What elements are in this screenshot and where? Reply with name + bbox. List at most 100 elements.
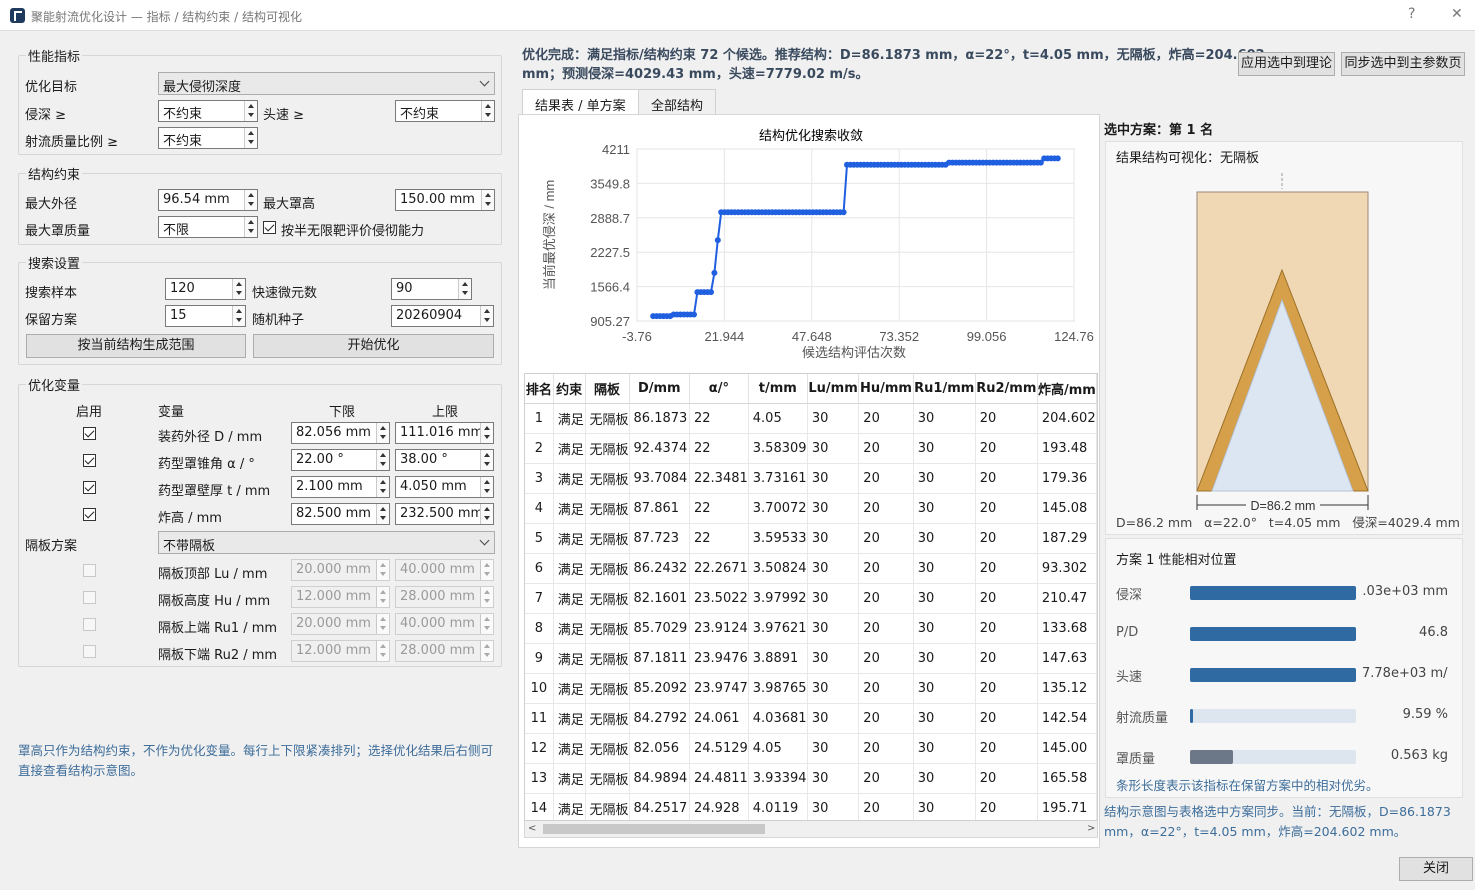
baffle-high-input[interactable]: 40.000 mm [395,559,494,581]
ratio-min-input[interactable]: 不约束 [158,127,258,149]
table-row[interactable]: 6 满足 无隔板 86.2432 22.2671 3.50824 30 20 30 20 93.30… [525,553,1097,584]
column-header[interactable]: Ru2/mm [975,374,1038,404]
var-high-input[interactable]: 38.00 ° [395,449,494,471]
spin-arrows-icon[interactable] [480,641,493,661]
baffle-enable-checkbox[interactable] [83,645,96,658]
enable-checkbox[interactable] [83,427,96,440]
spin-arrows-icon[interactable] [376,450,389,470]
start-optimize-button[interactable]: 开始优化 [253,334,494,358]
baffle-select[interactable]: 不带隔板 [158,531,495,554]
horizontal-scrollbar[interactable]: < > [524,821,1098,838]
spin-arrows-icon[interactable] [480,423,493,443]
tab-results[interactable]: 结果表 / 单方案 [522,89,639,115]
var-high-input[interactable]: 232.500 mm [395,503,494,525]
table-row[interactable]: 14 满足 无隔板 84.2517 24.928 4.0119 30 20 30 20 195.71 [525,793,1097,820]
column-header[interactable]: α/° [689,374,749,404]
spin-arrows-icon[interactable] [376,477,389,497]
column-header[interactable]: 约束 [553,374,586,404]
enable-checkbox[interactable] [83,481,96,494]
table-row[interactable]: 8 满足 无隔板 85.7029 23.9124 3.97621 30 20 30 20 133.6… [525,613,1097,644]
spin-arrows-icon[interactable] [376,504,389,524]
window-close-button[interactable]: ✕ [1451,6,1463,22]
column-header[interactable]: Ru1/mm [913,374,976,404]
var-low-input[interactable]: 22.00 ° [291,449,390,471]
baffle-enable-checkbox[interactable] [83,591,96,604]
baffle-high-input[interactable]: 28.000 mm [395,640,494,662]
table-row[interactable]: 9 满足 无隔板 87.1811 23.9476 3.8891 30 20 30 20 147.63 [525,643,1097,674]
samples-input[interactable]: 120 [165,278,246,300]
table-row[interactable]: 10 满足 无隔板 85.2092 23.9747 3.98765 30 20 30 20 135.… [525,673,1097,704]
tab-all-structures[interactable]: 全部结构 [638,89,717,115]
spin-arrows-icon[interactable] [376,641,389,661]
baffle-low-input[interactable]: 20.000 mm [291,613,390,635]
spin-arrows-icon[interactable] [232,279,245,299]
baffle-high-input[interactable]: 40.000 mm [395,613,494,635]
max-mass-input[interactable]: 不限 [158,216,258,238]
table-row[interactable]: 11 满足 无隔板 84.2792 24.061 4.03681 30 20 30 20 142.5… [525,703,1097,734]
column-header[interactable]: 隔板 [585,374,630,404]
table-row[interactable]: 7 满足 无隔板 82.1601 23.5022 3.97992 30 20 30 20 210.4… [525,583,1097,614]
spin-arrows-icon[interactable] [376,587,389,607]
spin-arrows-icon[interactable] [232,306,245,326]
column-header[interactable]: Lu/mm [807,374,860,404]
var-high-input[interactable]: 111.016 mm [395,422,494,444]
spin-arrows-icon[interactable] [480,560,493,580]
column-header[interactable]: Hu/mm [858,374,914,404]
var-high-input[interactable]: 4.050 mm [395,476,494,498]
var-low-input[interactable]: 2.100 mm [291,476,390,498]
column-header[interactable]: 排名 [525,374,554,404]
max-od-input[interactable]: 96.54 mm [158,189,258,211]
results-table[interactable]: 排名 约束 隔板 D/mm α/° t/mm Lu/mm Hu/mm Ru1/mm Ru2/mm 炸… [525,374,1097,820]
table-row[interactable]: 13 满足 无隔板 84.9894 24.4811 3.93394 30 20 30 20 165.… [525,763,1097,794]
objective-select[interactable]: 最大侵彻深度 [158,72,495,95]
spin-arrows-icon[interactable] [244,190,257,210]
spin-arrows-icon[interactable] [376,423,389,443]
scrollbar-thumb[interactable] [543,824,765,834]
depth-min-input[interactable]: 不约束 [158,100,258,122]
seed-input[interactable]: 20260904 [391,305,494,327]
table-row[interactable]: 1 满足 无隔板 86.1873 22 4.05 30 20 30 20 204.602 [525,403,1097,434]
table-row[interactable]: 12 满足 无隔板 82.056 24.5129 4.05 30 20 30 20 145.00 [525,733,1097,764]
var-low-input[interactable]: 82.500 mm [291,503,390,525]
baffle-low-input[interactable]: 12.000 mm [291,586,390,608]
baffle-low-input[interactable]: 20.000 mm [291,559,390,581]
spin-arrows-icon[interactable] [376,614,389,634]
var-low-input[interactable]: 82.056 mm [291,422,390,444]
spin-arrows-icon[interactable] [480,450,493,470]
table-row[interactable]: 3 满足 无隔板 93.7084 22.3481 3.73161 30 20 30 20 179.3… [525,463,1097,494]
baffle-enable-checkbox[interactable] [83,564,96,577]
semi-infinite-checkbox[interactable] [263,221,276,234]
enable-checkbox[interactable] [83,454,96,467]
spin-arrows-icon[interactable] [244,101,257,121]
column-header[interactable]: t/mm [748,374,808,404]
table-row[interactable]: 5 满足 无隔板 87.723 22 3.59533 30 20 30 20 187.29 [525,523,1097,554]
spin-arrows-icon[interactable] [481,101,494,121]
spin-arrows-icon[interactable] [480,306,493,326]
spin-arrows-icon[interactable] [480,614,493,634]
baffle-enable-checkbox[interactable] [83,618,96,631]
help-button[interactable]: ? [1408,6,1415,22]
spin-arrows-icon[interactable] [480,587,493,607]
baffle-low-input[interactable]: 12.000 mm [291,640,390,662]
spin-arrows-icon[interactable] [458,279,471,299]
scroll-left-icon[interactable]: < [528,823,536,834]
column-header[interactable]: 炸高/mm [1037,374,1097,404]
apply-to-theory-button[interactable]: 应用选中到理论 [1238,52,1335,76]
keep-input[interactable]: 15 [165,305,246,327]
column-header[interactable]: D/mm [629,374,691,404]
results-table-container[interactable]: 排名 约束 隔板 D/mm α/° t/mm Lu/mm Hu/mm Ru1/mm Ru2/mm 炸… [524,373,1098,821]
table-row[interactable]: 2 满足 无隔板 92.4374 22 3.58309 30 20 30 20 193.48 [525,433,1097,464]
spin-arrows-icon[interactable] [376,560,389,580]
spin-arrows-icon[interactable] [244,128,257,148]
close-button[interactable]: 关闭 [1399,857,1473,881]
spin-arrows-icon[interactable] [244,217,257,237]
spin-arrows-icon[interactable] [481,190,494,210]
sync-to-main-button[interactable]: 同步选中到主参数页 [1341,52,1465,76]
scroll-right-icon[interactable]: > [1087,823,1095,834]
fast-input[interactable]: 90 [391,278,472,300]
baffle-high-input[interactable]: 28.000 mm [395,586,494,608]
enable-checkbox[interactable] [83,508,96,521]
spin-arrows-icon[interactable] [480,477,493,497]
spin-arrows-icon[interactable] [480,504,493,524]
max-height-input[interactable]: 150.00 mm [395,189,495,211]
